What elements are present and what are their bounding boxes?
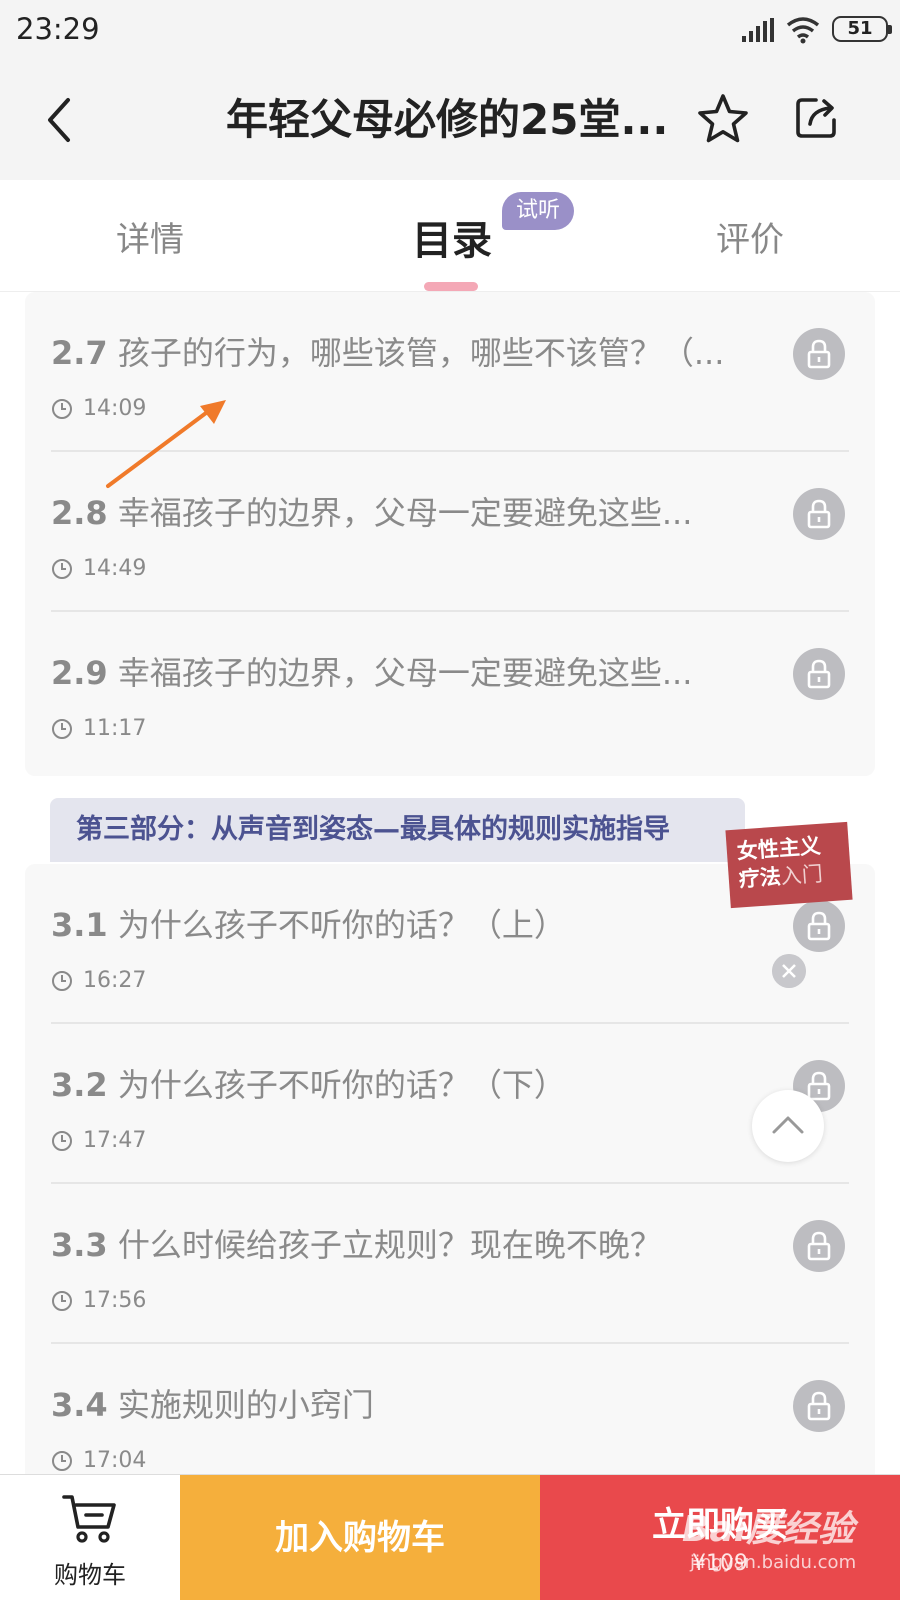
tab-bar: 详情 目录 试听 评价	[0, 180, 900, 292]
lock-icon[interactable]	[793, 1220, 845, 1272]
active-tab-indicator	[424, 282, 478, 291]
page-title: 年轻父母必修的25堂...	[226, 95, 669, 144]
wifi-icon	[786, 17, 820, 44]
lesson-duration: 17:04	[51, 1448, 146, 1473]
tab-details[interactable]: 详情	[116, 212, 184, 261]
clock-icon	[52, 398, 72, 419]
section-header: 第三部分：从声音到姿态—最具体的规则实施指导	[50, 798, 745, 862]
baidu-watermark: Bai度经验	[682, 1509, 855, 1550]
lesson-item[interactable]: 2.9 幸福孩子的边界，父母一定要避免这些... 11:17	[51, 610, 849, 770]
cart-icon	[62, 1495, 116, 1543]
back-arrow-icon[interactable]	[40, 92, 84, 148]
lesson-item[interactable]: 3.3 什么时候给孩子立规则？现在晚不晚？ 17:56	[51, 1182, 849, 1342]
lesson-duration: 17:56	[51, 1288, 146, 1313]
lesson-title: 2.9 幸福孩子的边界，父母一定要避免这些...	[51, 654, 693, 692]
clock-icon	[52, 970, 72, 991]
lesson-list-section-3: 3.1 为什么孩子不听你的话？（上） 16:27 3.2 为什么孩子不听你的话？…	[25, 864, 875, 1524]
lesson-duration: 16:27	[51, 968, 146, 993]
clock-icon	[52, 1130, 72, 1151]
tab-catalog[interactable]: 目录	[412, 208, 492, 266]
lesson-title: 2.7 孩子的行为，哪些该管，哪些不该管？（...	[51, 334, 725, 372]
lesson-duration: 11:17	[51, 716, 146, 741]
lesson-list-section-2: 2.7 孩子的行为，哪些该管，哪些不该管？（... 14:09 2.8 幸福孩子…	[25, 292, 875, 776]
promo-sticker[interactable]: 女性主义 疗法入门	[725, 821, 853, 909]
star-icon[interactable]	[696, 92, 750, 146]
clock-icon	[52, 718, 72, 739]
lesson-title: 2.8 幸福孩子的边界，父母一定要避免这些...	[51, 494, 693, 532]
close-icon[interactable]	[772, 954, 806, 988]
share-icon[interactable]	[792, 94, 840, 142]
signal-icon	[742, 18, 774, 42]
cart-tab[interactable]: 购物车	[0, 1475, 180, 1600]
lesson-duration: 17:47	[51, 1128, 146, 1153]
app-header: 年轻父母必修的25堂...	[0, 62, 900, 180]
lesson-title: 3.3 什么时候给孩子立规则？现在晚不晚？	[51, 1226, 662, 1264]
scroll-to-top-button[interactable]	[752, 1090, 824, 1162]
lock-icon[interactable]	[793, 900, 845, 952]
trial-badge: 试听	[502, 192, 575, 230]
chevron-up-icon	[772, 1116, 804, 1134]
lesson-title: 3.2 为什么孩子不听你的话？（下）	[51, 1066, 566, 1104]
clock-icon	[52, 1290, 72, 1311]
lock-icon[interactable]	[793, 488, 845, 540]
battery-icon: 51	[832, 16, 892, 42]
lock-icon[interactable]	[793, 328, 845, 380]
annotation-arrow-icon	[106, 400, 226, 488]
lesson-item[interactable]: 3.2 为什么孩子不听你的话？（下） 17:47	[51, 1022, 849, 1182]
lesson-title: 3.4 实施规则的小窍门	[51, 1386, 374, 1424]
tab-reviews[interactable]: 评价	[716, 212, 784, 261]
cart-label: 购物车	[54, 1561, 126, 1589]
clock-icon	[52, 1450, 72, 1471]
lesson-duration: 14:49	[51, 556, 146, 581]
clock-icon	[52, 558, 72, 579]
lock-icon[interactable]	[793, 1380, 845, 1432]
lock-icon[interactable]	[793, 648, 845, 700]
baidu-watermark-url: jingyan.baidu.com	[690, 1552, 857, 1573]
status-time: 23:29	[16, 12, 100, 46]
status-bar: 23:29 51	[0, 0, 900, 62]
add-to-cart-button[interactable]: 加入购物车	[180, 1475, 540, 1600]
lesson-title: 3.1 为什么孩子不听你的话？（上）	[51, 906, 566, 944]
